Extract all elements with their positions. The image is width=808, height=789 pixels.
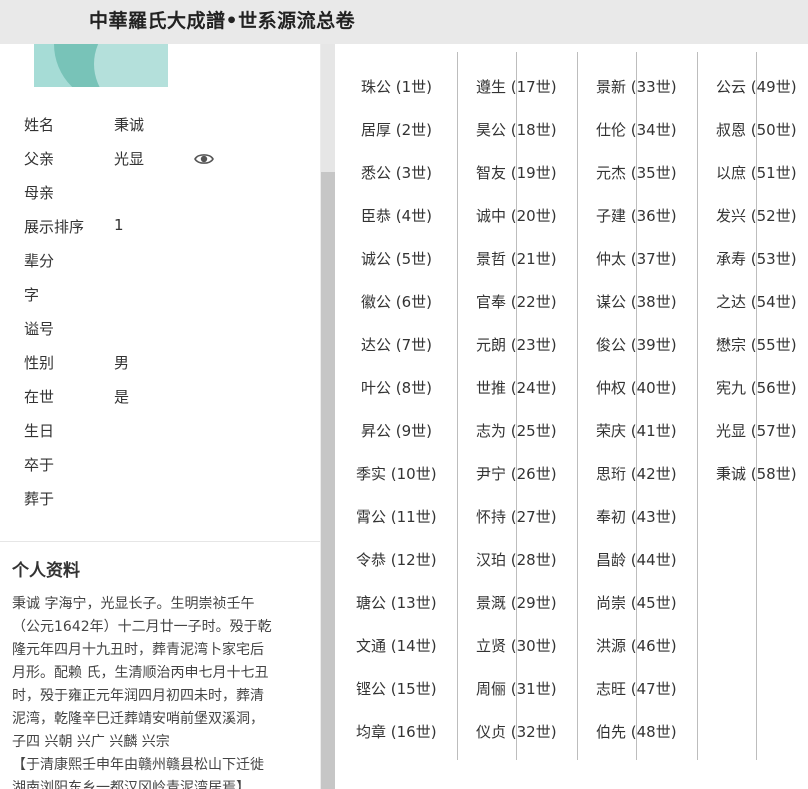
bio-line: 子四 兴朝 兴广 兴麟 兴宗 xyxy=(12,734,170,750)
generation-link[interactable]: 世推 (24世) xyxy=(476,377,557,398)
generation-link[interactable]: 昌龄 (44世) xyxy=(596,549,677,570)
bio-line: （公元1642年）十二月廿一子时。殁于乾 xyxy=(12,619,272,635)
generation-link[interactable]: 居厚 (2世) xyxy=(361,119,432,140)
field-label: 父亲 xyxy=(24,150,55,168)
field-label: 葬于 xyxy=(24,490,55,508)
generation-link[interactable]: 立贤 (30世) xyxy=(476,635,557,656)
generation-link[interactable]: 承寿 (53世) xyxy=(716,248,797,269)
generation-link[interactable]: 周俪 (31世) xyxy=(476,678,557,699)
generation-link[interactable]: 尚崇 (45世) xyxy=(596,592,677,613)
person-detail-panel: 姓名 秉诚 父亲 光显 母亲 展示排序 1 辈分 字 谥号 性别 男 在世 是 … xyxy=(0,44,320,789)
left-panel-scrollbar[interactable] xyxy=(321,44,335,789)
generation-link[interactable]: 志旺 (47世) xyxy=(596,678,677,699)
generation-link[interactable]: 荣庆 (41世) xyxy=(596,420,677,441)
field-label: 展示排序 xyxy=(24,218,85,236)
generation-link[interactable]: 臣恭 (4世) xyxy=(361,205,432,226)
generation-link[interactable]: 铿公 (15世) xyxy=(356,678,437,699)
field-label: 字 xyxy=(24,286,40,304)
eye-icon[interactable] xyxy=(194,152,214,166)
generation-link[interactable]: 仲权 (40世) xyxy=(596,377,677,398)
generation-link[interactable]: 昇公 (9世) xyxy=(361,420,432,441)
page-title: 中華羅氏大成譜•世系源流总卷 xyxy=(89,10,356,32)
generation-link[interactable]: 汉珀 (28世) xyxy=(476,549,557,570)
field-value: 1 xyxy=(114,216,124,234)
field-label: 性别 xyxy=(24,354,55,372)
field-label: 卒于 xyxy=(24,456,55,474)
generation-link[interactable]: 元杰 (35世) xyxy=(596,162,677,183)
generation-link[interactable]: 景新 (33世) xyxy=(596,76,677,97)
field-label: 生日 xyxy=(24,422,55,440)
scrollbar-thumb[interactable] xyxy=(321,172,335,789)
column-connector xyxy=(697,52,757,760)
generation-link[interactable]: 光显 (57世) xyxy=(716,420,797,441)
bio-line: 湖南浏阳东乡一都汉冈岭青泥湾居焉】 xyxy=(12,780,250,789)
generation-link[interactable]: 昊公 (18世) xyxy=(476,119,557,140)
generation-link[interactable]: 怀持 (27世) xyxy=(476,506,557,527)
profile-section-title: 个人资料 xyxy=(12,561,80,581)
bio-line: 隆元年四月十九丑时，葬青泥湾卜家宅后 xyxy=(12,642,264,658)
generation-link[interactable]: 思珩 (42世) xyxy=(596,463,677,484)
generation-link[interactable]: 仲太 (37世) xyxy=(596,248,677,269)
generation-link[interactable]: 洪源 (46世) xyxy=(596,635,677,656)
generation-link[interactable]: 之达 (54世) xyxy=(716,291,797,312)
field-value: 男 xyxy=(114,354,130,372)
generation-link[interactable]: 谋公 (38世) xyxy=(596,291,677,312)
generation-link[interactable]: 子建 (36世) xyxy=(596,205,677,226)
father-link[interactable]: 光显 xyxy=(114,148,144,169)
field-value: 秉诚 xyxy=(114,116,145,134)
bio-line: 时，殁于雍正元年润四月初四未时，葬清 xyxy=(12,688,264,704)
generation-link[interactable]: 志为 (25世) xyxy=(476,420,557,441)
section-divider xyxy=(0,541,320,542)
generation-link[interactable]: 叔恩 (50世) xyxy=(716,119,797,140)
bio-line: 秉诚 字海宁，光显长子。生明崇祯壬午 xyxy=(12,596,255,612)
generation-link[interactable]: 叶公 (8世) xyxy=(361,377,432,398)
field-value: 是 xyxy=(114,388,130,406)
bio-line: 月形。配赖 氏，生清顺治丙申七月十七丑 xyxy=(12,665,269,681)
generation-link[interactable]: 悉公 (3世) xyxy=(361,162,432,183)
generation-link[interactable]: 仪贞 (32世) xyxy=(476,721,557,742)
biography-text: 秉诚 字海宁，光显长子。生明崇祯壬午 （公元1642年）十二月廿一子时。殁于乾 … xyxy=(12,593,312,789)
generation-link[interactable]: 季实 (10世) xyxy=(356,463,437,484)
generation-link[interactable]: 元朗 (23世) xyxy=(476,334,557,355)
generation-link[interactable]: 霄公 (11世) xyxy=(356,506,437,527)
generation-link[interactable]: 文通 (14世) xyxy=(356,635,437,656)
generation-link[interactable]: 智友 (19世) xyxy=(476,162,557,183)
field-label: 姓名 xyxy=(24,116,55,134)
bio-line: 泥湾，乾隆辛巳迁葬靖安哨前堡双溪洞， xyxy=(12,711,264,727)
field-label: 母亲 xyxy=(24,184,55,202)
portrait-image xyxy=(34,44,168,87)
generation-link[interactable]: 俊公 (39世) xyxy=(596,334,677,355)
field-label: 辈分 xyxy=(24,252,55,270)
generation-link[interactable]: 仕伦 (34世) xyxy=(596,119,677,140)
field-label: 在世 xyxy=(24,388,55,406)
lineage-tree: 珠公 (1世) 居厚 (2世) 悉公 (3世) 臣恭 (4世) 诚公 (5世) 徽公 (6… xyxy=(335,44,808,789)
bio-line: 【于清康熙壬申年由赣州赣县松山下迁徙 xyxy=(12,757,264,773)
generation-link[interactable]: 诚中 (20世) xyxy=(476,205,557,226)
generation-link[interactable]: 诚公 (5世) xyxy=(361,248,432,269)
header-bar: 中華羅氏大成譜•世系源流总卷 xyxy=(0,0,808,44)
generation-link[interactable]: 宪九 (56世) xyxy=(716,377,797,398)
generation-link[interactable]: 尹宁 (26世) xyxy=(476,463,557,484)
generation-link[interactable]: 秉诚 (58世) xyxy=(716,463,797,484)
generation-link[interactable]: 珠公 (1世) xyxy=(361,76,432,97)
generation-link[interactable]: 懋宗 (55世) xyxy=(716,334,797,355)
generation-link[interactable]: 达公 (7世) xyxy=(361,334,432,355)
generation-link[interactable]: 徽公 (6世) xyxy=(361,291,432,312)
generation-link[interactable]: 发兴 (52世) xyxy=(716,205,797,226)
generation-link[interactable]: 景溉 (29世) xyxy=(476,592,557,613)
field-label: 谥号 xyxy=(24,320,55,338)
generation-link[interactable]: 令恭 (12世) xyxy=(356,549,437,570)
generation-link[interactable]: 奉初 (43世) xyxy=(596,506,677,527)
generation-link[interactable]: 瑭公 (13世) xyxy=(356,592,437,613)
generation-link[interactable]: 景哲 (21世) xyxy=(476,248,557,269)
generation-link[interactable]: 以庶 (51世) xyxy=(716,162,797,183)
generation-link[interactable]: 伯先 (48世) xyxy=(596,721,677,742)
generation-link[interactable]: 官奉 (22世) xyxy=(476,291,557,312)
generation-link[interactable]: 均章 (16世) xyxy=(356,721,437,742)
generation-link[interactable]: 公云 (49世) xyxy=(716,76,797,97)
generation-link[interactable]: 遵生 (17世) xyxy=(476,76,557,97)
